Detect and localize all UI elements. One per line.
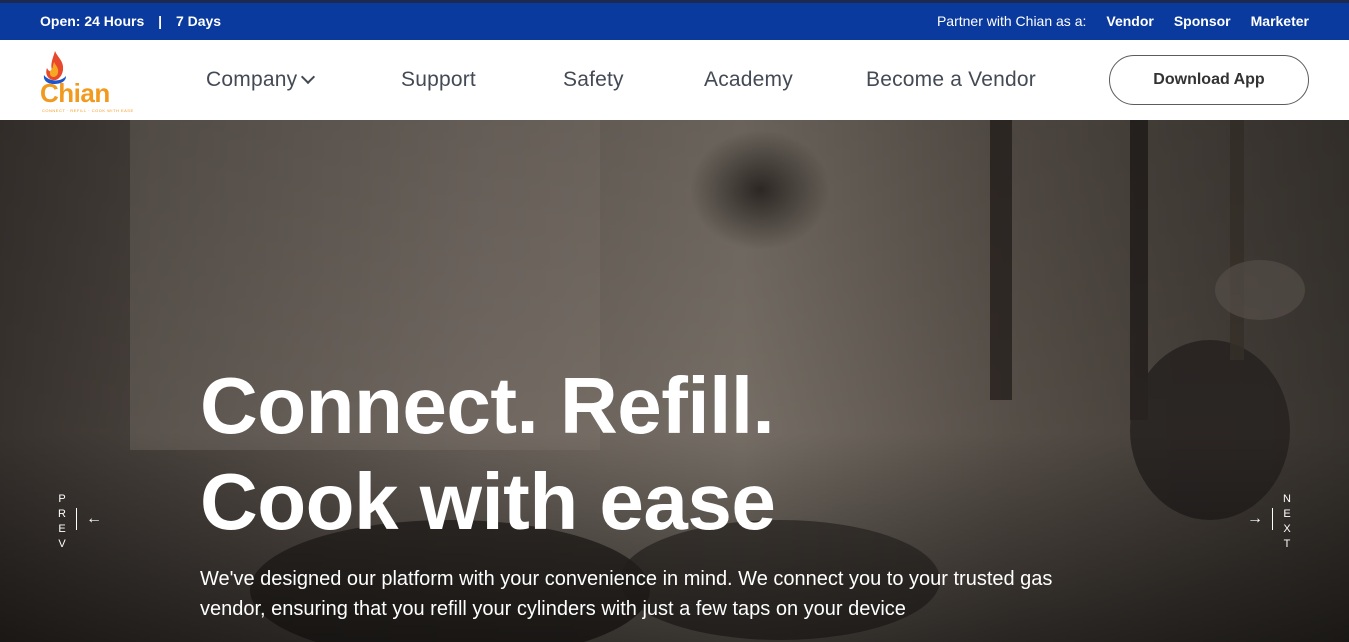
nav-item-company[interactable]: Company: [206, 68, 316, 92]
chian-logo[interactable]: Chian CONNECT · REFILL · COOK WITH EASE: [36, 48, 133, 113]
top-info-bar: Open: 24 Hours | 7 Days Partner with Chi…: [0, 0, 1349, 40]
partner-label: Partner with Chian as a:: [936, 13, 1087, 29]
nav-item-academy[interactable]: Academy: [704, 68, 793, 92]
slider-prev-button[interactable]: P R E V ←: [56, 492, 106, 552]
partner-sponsor-link[interactable]: Sponsor: [1174, 13, 1231, 29]
prev-letter: R: [58, 508, 66, 520]
partner-marketer-link[interactable]: Marketer: [1251, 13, 1309, 29]
nav-item-become-vendor[interactable]: Become a Vendor: [866, 68, 1036, 92]
next-letter: X: [1283, 523, 1291, 535]
partner-links: Partner with Chian as a: Vendor Sponsor …: [937, 13, 1309, 29]
arrow-right-icon: →: [1247, 510, 1263, 527]
next-label: N E X T: [1281, 492, 1293, 552]
hero-title: Connect. Refill. Cook with ease: [200, 358, 776, 550]
next-letter: N: [1283, 493, 1291, 505]
hero-slider: Connect. Refill. Cook with ease We've de…: [0, 120, 1349, 642]
next-divider: [1272, 508, 1273, 530]
hours-text: Open: 24 Hours: [40, 13, 145, 29]
slider-next-button[interactable]: → N E X T: [1243, 492, 1293, 552]
hours-separator: |: [158, 13, 163, 29]
opening-hours: Open: 24 Hours | 7 Days: [40, 13, 221, 29]
hero-title-line1: Connect. Refill.: [200, 361, 775, 450]
chevron-down-icon: [301, 69, 316, 85]
next-letter: E: [1283, 508, 1291, 520]
prev-divider: [76, 508, 77, 530]
arrow-left-icon: ←: [86, 510, 102, 527]
download-app-button[interactable]: Download App: [1109, 55, 1309, 105]
logo-tagline: CONNECT · REFILL · COOK WITH EASE: [42, 108, 134, 113]
prev-letter: V: [58, 538, 66, 550]
hero-title-line2: Cook with ease: [200, 457, 776, 546]
nav-item-support[interactable]: Support: [401, 68, 476, 92]
logo-wordmark: Chian: [40, 78, 110, 108]
hero-description: We've designed our platform with your co…: [200, 568, 1053, 620]
nav-item-company-label: Company: [206, 68, 298, 91]
prev-label: P R E V: [56, 492, 68, 552]
partner-vendor-link[interactable]: Vendor: [1106, 13, 1153, 29]
prev-letter: E: [58, 523, 66, 535]
nav-item-safety[interactable]: Safety: [563, 68, 624, 92]
next-letter: T: [1283, 538, 1291, 550]
days-text: 7 Days: [175, 13, 222, 29]
main-navbar: Chian CONNECT · REFILL · COOK WITH EASE …: [0, 40, 1349, 120]
prev-letter: P: [58, 493, 66, 505]
